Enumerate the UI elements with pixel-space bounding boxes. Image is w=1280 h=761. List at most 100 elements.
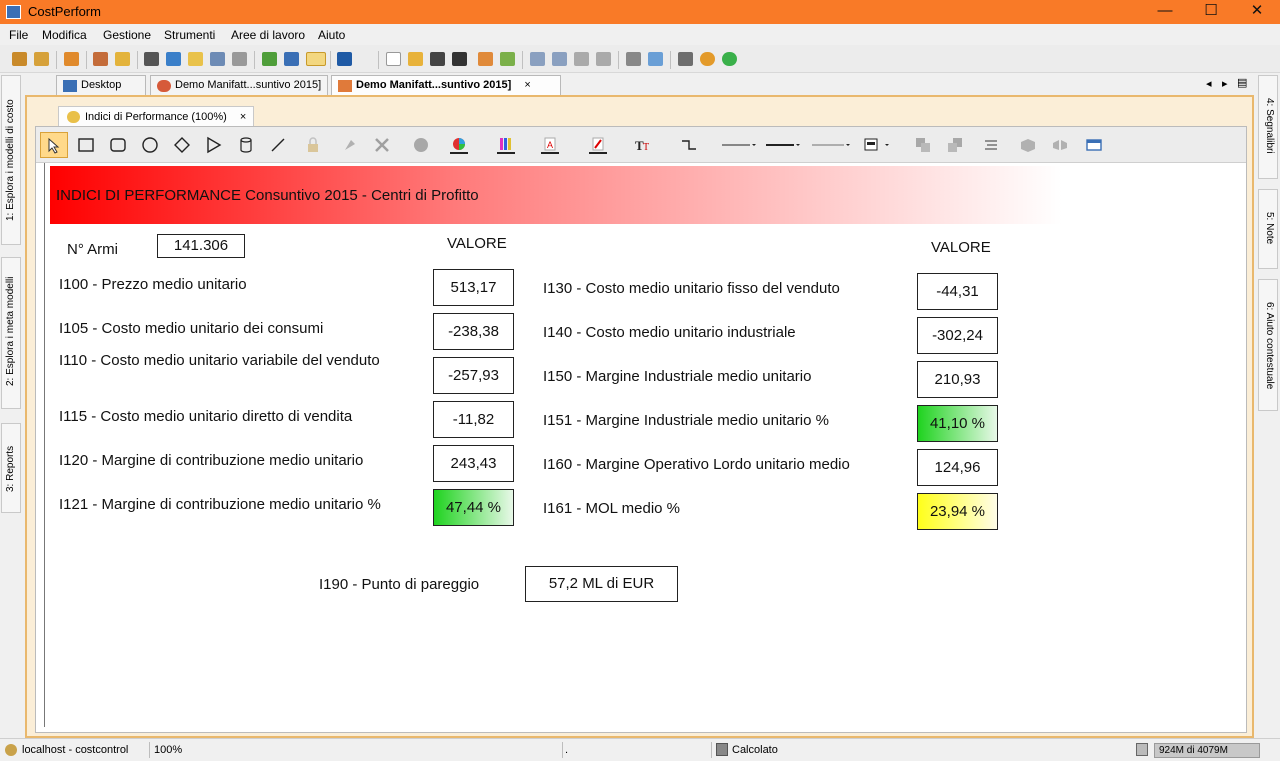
tabs-left-arrow[interactable]: ◂ — [1206, 77, 1212, 90]
database-icon[interactable] — [188, 52, 203, 66]
line-style-thin-icon[interactable] — [722, 136, 758, 154]
zoom-in-icon[interactable] — [530, 52, 545, 66]
server-icon[interactable] — [210, 52, 225, 66]
user-icon[interactable] — [93, 52, 108, 66]
open-icon[interactable] — [408, 52, 423, 66]
line-dash-icon[interactable] — [812, 136, 852, 154]
check-icon[interactable] — [500, 52, 515, 66]
delete-icon[interactable] — [373, 136, 391, 154]
bring-front-icon[interactable] — [914, 136, 932, 154]
send-back-icon[interactable] — [946, 136, 964, 154]
menu-file[interactable]: File — [9, 28, 28, 42]
line-weight-icon[interactable] — [766, 136, 802, 154]
document-icon[interactable] — [284, 52, 299, 66]
metric-value-i120: 243,43 — [433, 445, 514, 482]
undo-edit-icon[interactable] — [478, 52, 493, 66]
monitor-icon[interactable] — [144, 52, 159, 66]
trash-icon[interactable] — [1136, 743, 1148, 756]
metric-label-i120: I120 - Margine di contribuzione medio un… — [59, 452, 364, 469]
inner-tab-close-icon[interactable]: × — [240, 111, 246, 123]
minimize-button[interactable]: — — [1142, 0, 1188, 24]
ungroup-icon[interactable] — [1051, 136, 1069, 154]
connection-icon — [5, 744, 17, 756]
diamond-tool-icon[interactable] — [173, 136, 191, 154]
valore-header-left: VALORE — [447, 235, 507, 252]
menu-modifica[interactable]: Modifica — [42, 28, 87, 42]
tab-desktop[interactable]: Desktop — [56, 75, 146, 96]
tab-explore-cost-models[interactable]: 1: Esplora i modelli di costo — [1, 75, 21, 245]
svg-text:A: A — [547, 140, 553, 150]
menu-strumenti[interactable]: Strumenti — [164, 28, 215, 42]
status-dot: . — [565, 744, 569, 756]
tabs-list-icon[interactable]: ▤ — [1237, 76, 1247, 89]
sync-icon[interactable] — [722, 52, 737, 66]
triangle-tool-icon[interactable] — [205, 136, 223, 154]
menu-aiuto[interactable]: Aiuto — [318, 28, 345, 42]
tab-bookmarks[interactable]: 4: Segnalibri — [1258, 75, 1278, 179]
key-icon[interactable] — [115, 52, 130, 66]
metric-value-i110: -257,93 — [433, 357, 514, 394]
undo-icon[interactable] — [574, 52, 589, 66]
redo-icon[interactable] — [596, 52, 611, 66]
scale-icon[interactable] — [700, 52, 715, 66]
fill-color-icon[interactable] — [450, 136, 468, 154]
model-icon[interactable] — [64, 52, 79, 66]
tab-demo-1[interactable]: Demo Manifatt...suntivo 2015] — [150, 75, 328, 96]
title-bar: CostPerform — ☐ ✕ — [0, 0, 1280, 24]
tab-close-icon[interactable]: × — [524, 79, 530, 91]
rectangle-tool-icon[interactable] — [77, 136, 95, 154]
maximize-button[interactable]: ☐ — [1188, 0, 1234, 24]
menu-aree-di-lavoro[interactable]: Aree di lavoro — [231, 28, 305, 42]
tab-reports[interactable]: 3: Reports — [1, 423, 21, 513]
eraser-icon[interactable] — [430, 52, 445, 66]
app-icon — [6, 5, 21, 19]
close-button[interactable]: ✕ — [1234, 0, 1280, 24]
connector-icon[interactable] — [680, 136, 698, 154]
preview-icon[interactable] — [648, 52, 663, 66]
print-icon[interactable] — [626, 52, 641, 66]
paint-icon[interactable] — [341, 136, 359, 154]
line-color-icon[interactable] — [589, 136, 607, 154]
font-color-icon[interactable]: A — [541, 136, 559, 154]
connect-icon[interactable] — [12, 52, 27, 66]
gradient-icon[interactable] — [497, 136, 515, 154]
select-tool-icon[interactable] — [40, 132, 68, 158]
notes-icon[interactable] — [306, 52, 326, 66]
tab-demo-2[interactable]: Demo Manifatt...suntivo 2015] × — [331, 75, 561, 96]
shadow-icon[interactable] — [863, 136, 893, 154]
tab-performance-indices[interactable]: Indici di Performance (100%) × — [58, 106, 254, 128]
valore-header-right: VALORE — [931, 239, 991, 256]
refresh-icon[interactable] — [166, 52, 181, 66]
disconnect-icon[interactable] — [34, 52, 49, 66]
info-icon[interactable] — [412, 136, 430, 154]
metric-value-i161: 23,94 % — [917, 493, 998, 530]
desktop-icon — [63, 80, 77, 92]
zoom-out-icon[interactable] — [552, 52, 567, 66]
metric-label-i105: I105 - Costo medio unitario dei consumi — [59, 320, 324, 337]
metric-value-i140: -302,24 — [917, 317, 998, 354]
tabs-right-arrow[interactable]: ▸ — [1222, 77, 1228, 90]
align-icon[interactable] — [982, 136, 1000, 154]
drawing-toolbar: A TT — [36, 127, 1246, 163]
excel-icon[interactable] — [337, 52, 352, 66]
lock-icon[interactable] — [304, 136, 322, 154]
book-icon[interactable] — [262, 52, 277, 66]
cylinder-icon[interactable] — [232, 52, 247, 66]
menu-gestione[interactable]: Gestione — [103, 28, 151, 42]
breakeven-value: 57,2 ML di EUR — [525, 566, 678, 602]
ellipse-tool-icon[interactable] — [141, 136, 159, 154]
calculator-icon[interactable] — [678, 52, 693, 66]
tab-explore-meta-models[interactable]: 2: Esplora i meta modelli — [1, 257, 21, 409]
cylinder-tool-icon[interactable] — [237, 136, 255, 154]
text-style-icon[interactable]: TT — [634, 136, 652, 154]
group-icon[interactable] — [1019, 136, 1037, 154]
tab-notes[interactable]: 5: Note — [1258, 189, 1278, 269]
window-icon[interactable] — [1085, 136, 1103, 154]
clear-icon[interactable] — [452, 52, 467, 66]
metric-label-i115: I115 - Costo medio unitario diretto di v… — [59, 408, 353, 425]
rounded-rect-tool-icon[interactable] — [109, 136, 127, 154]
line-tool-icon[interactable] — [269, 136, 287, 154]
new-icon[interactable] — [386, 52, 401, 66]
tab-context-help[interactable]: 6: Aiuto contestuale — [1258, 279, 1278, 411]
svg-text:T: T — [643, 142, 649, 153]
